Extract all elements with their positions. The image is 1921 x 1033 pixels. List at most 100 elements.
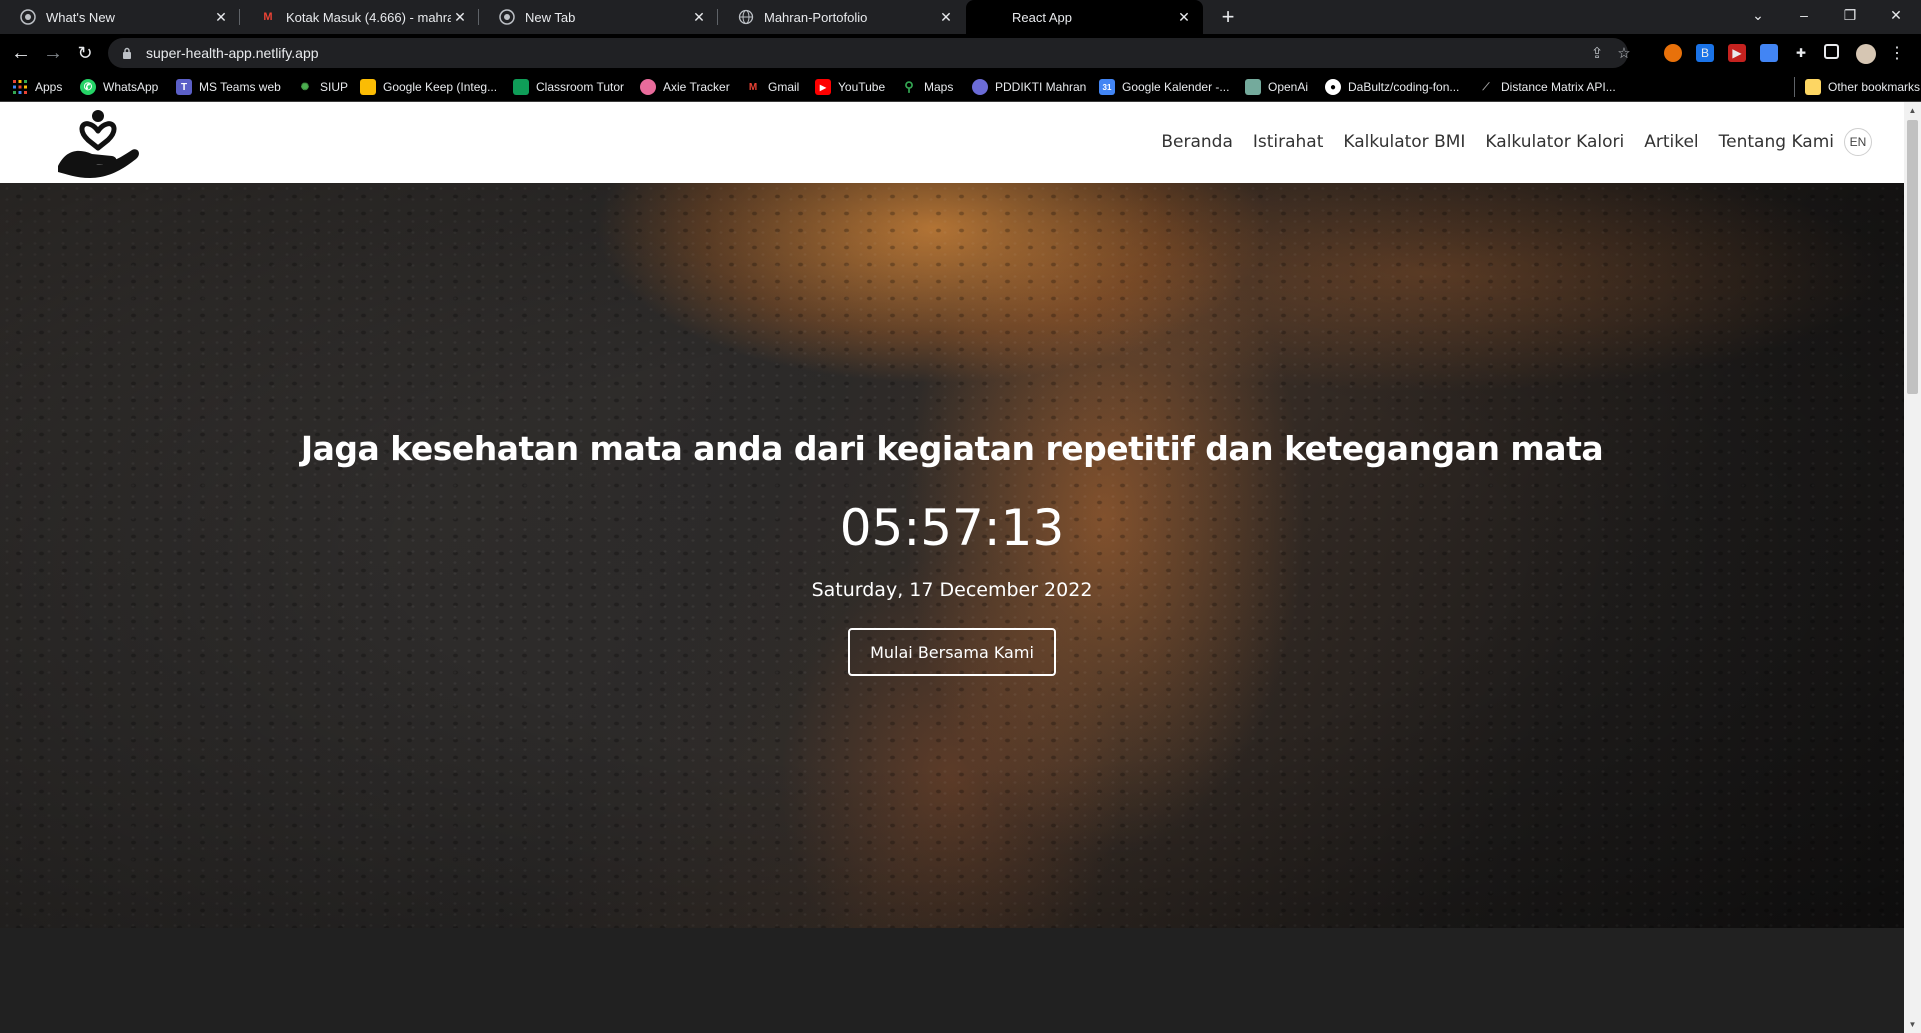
current-date: Saturday, 17 December 2022 bbox=[811, 579, 1093, 601]
bookmark-label: Gmail bbox=[768, 80, 800, 94]
lock-icon bbox=[122, 47, 134, 59]
tab-title: New Tab bbox=[525, 9, 576, 25]
tab-title: React App bbox=[1012, 9, 1072, 25]
bookmark-google-keep[interactable]: Google Keep (Integ... bbox=[360, 77, 497, 97]
extension-docs-icon[interactable] bbox=[1760, 44, 1778, 62]
scroll-thumb[interactable] bbox=[1907, 120, 1918, 394]
bookmark-openai[interactable]: OpenAi bbox=[1245, 77, 1308, 97]
calendar-icon: 31 bbox=[1099, 79, 1115, 95]
tab-gmail[interactable]: M Kotak Masuk (4.666) - mahran.raj ✕ bbox=[240, 0, 479, 34]
bookmark-label: MS Teams web bbox=[199, 80, 281, 94]
tab-search-icon[interactable]: ⌄ bbox=[1735, 0, 1781, 30]
reload-button[interactable]: ↻ bbox=[72, 40, 98, 66]
bookmark-label: DaBultz/coding-fon... bbox=[1348, 80, 1460, 94]
nav-kalkulator-bmi[interactable]: Kalkulator BMI bbox=[1343, 132, 1465, 152]
other-bookmarks[interactable]: Other bookmarks bbox=[1794, 77, 1920, 97]
tab-portfolio[interactable]: Mahran-Portofolio ✕ bbox=[718, 0, 965, 34]
site-header: Beranda Istirahat Kalkulator BMI Kalkula… bbox=[0, 102, 1904, 183]
share-icon[interactable]: ⇪ bbox=[1588, 44, 1606, 62]
close-tab-icon[interactable]: ✕ bbox=[690, 8, 708, 26]
extensions-puzzle-icon[interactable]: ✚ bbox=[1792, 44, 1810, 62]
bookmark-github[interactable]: ● DaBultz/coding-fon... bbox=[1325, 77, 1459, 97]
github-icon: ● bbox=[1325, 79, 1341, 95]
nav-beranda[interactable]: Beranda bbox=[1161, 132, 1233, 152]
menu-kebab-icon[interactable]: ⋮ bbox=[1888, 44, 1906, 62]
language-toggle[interactable]: EN bbox=[1844, 128, 1872, 156]
hero-headline: Jaga kesehatan mata anda dari kegiatan r… bbox=[300, 429, 1604, 468]
classroom-icon bbox=[513, 79, 529, 95]
gmail-icon: M bbox=[263, 11, 273, 23]
other-bookmarks-label: Other bookmarks bbox=[1828, 80, 1921, 94]
bookmark-ms-teams[interactable]: T MS Teams web bbox=[176, 77, 281, 97]
bookmark-gmail[interactable]: M Gmail bbox=[745, 77, 800, 97]
restore-button[interactable]: ❐ bbox=[1827, 0, 1873, 30]
bookmark-axie-tracker[interactable]: Axie Tracker bbox=[640, 77, 730, 97]
close-tab-icon[interactable]: ✕ bbox=[937, 8, 955, 26]
extension-bitwarden-icon[interactable]: B bbox=[1696, 44, 1714, 62]
extension-video-icon[interactable]: ▶ bbox=[1728, 44, 1746, 62]
bookmark-classroom-tutor[interactable]: Classroom Tutor bbox=[513, 77, 624, 97]
close-window-button[interactable]: ✕ bbox=[1873, 0, 1919, 30]
chrome-icon bbox=[499, 9, 515, 25]
maps-icon: ⚲ bbox=[904, 79, 914, 94]
openai-icon bbox=[1245, 79, 1261, 95]
distance-matrix-icon: ⟋ bbox=[1482, 81, 1490, 93]
gmail-icon: M bbox=[748, 81, 758, 93]
bookmark-apps[interactable]: Apps bbox=[12, 77, 62, 97]
bookmark-label: Google Kalender -... bbox=[1122, 80, 1230, 94]
bookmark-youtube[interactable]: ▶ YouTube bbox=[815, 77, 885, 97]
scroll-up-arrow[interactable]: ▲ bbox=[1904, 102, 1921, 119]
side-panel-icon[interactable] bbox=[1824, 44, 1839, 59]
bookmarks-bar: Apps ✆ WhatsApp T MS Teams web ✺ SIUP Go… bbox=[0, 72, 1921, 102]
close-tab-icon[interactable]: ✕ bbox=[212, 8, 230, 26]
close-tab-icon[interactable]: ✕ bbox=[451, 8, 469, 26]
nav-tentang-kami[interactable]: Tentang Kami bbox=[1719, 132, 1834, 152]
bookmark-label: WhatsApp bbox=[103, 80, 159, 94]
live-clock: 05:57:13 bbox=[839, 499, 1065, 557]
tab-react-app[interactable]: React App ✕ bbox=[966, 0, 1203, 34]
nav-artikel[interactable]: Artikel bbox=[1644, 132, 1698, 152]
tab-new-tab[interactable]: New Tab ✕ bbox=[479, 0, 718, 34]
bookmark-siup[interactable]: ✺ SIUP bbox=[297, 77, 348, 97]
bookmark-label: Distance Matrix API... bbox=[1501, 80, 1616, 94]
minimize-button[interactable]: – bbox=[1781, 0, 1827, 30]
pddikti-icon bbox=[972, 79, 988, 95]
teams-icon: T bbox=[176, 79, 192, 95]
next-section bbox=[0, 928, 1904, 1033]
extension-fox-icon[interactable] bbox=[1664, 44, 1682, 62]
siup-icon: ✺ bbox=[300, 81, 310, 93]
bookmark-distance-matrix[interactable]: ⟋ Distance Matrix API... bbox=[1478, 77, 1616, 97]
whatsapp-icon: ✆ bbox=[80, 79, 96, 95]
close-tab-icon[interactable]: ✕ bbox=[1175, 8, 1193, 26]
site-logo[interactable] bbox=[56, 104, 140, 180]
bookmark-label: SIUP bbox=[320, 80, 349, 94]
bookmark-google-calendar[interactable]: 31 Google Kalender -... bbox=[1099, 77, 1229, 97]
scroll-down-arrow[interactable]: ▼ bbox=[1904, 1016, 1921, 1033]
nav-istirahat[interactable]: Istirahat bbox=[1253, 132, 1324, 152]
bookmark-pddikti[interactable]: PDDIKTI Mahran bbox=[972, 77, 1086, 97]
tab-title: Mahran-Portofolio bbox=[764, 9, 868, 25]
folder-icon bbox=[1805, 79, 1821, 95]
tab-title: Kotak Masuk (4.666) - mahran.raj bbox=[286, 9, 451, 25]
keep-icon bbox=[360, 79, 376, 95]
nav-kalkulator-kalori[interactable]: Kalkulator Kalori bbox=[1485, 132, 1624, 152]
bookmark-maps[interactable]: ⚲ Maps bbox=[901, 77, 953, 97]
chrome-icon bbox=[20, 9, 36, 25]
new-tab-button[interactable]: + bbox=[1215, 4, 1241, 30]
page-scrollbar[interactable]: ▲ ▼ bbox=[1904, 102, 1921, 1033]
start-with-us-button[interactable]: Mulai Bersama Kami bbox=[848, 628, 1056, 676]
forward-button[interactable]: → bbox=[40, 40, 66, 66]
address-bar[interactable]: super-health-app.netlify.app ⇪ ☆ bbox=[108, 38, 1631, 68]
bookmark-whatsapp[interactable]: ✆ WhatsApp bbox=[80, 77, 158, 97]
tab-title: What's New bbox=[46, 9, 115, 25]
bookmark-label: Axie Tracker bbox=[663, 80, 730, 94]
axie-icon bbox=[640, 79, 656, 95]
tab-whats-new[interactable]: What's New ✕ bbox=[0, 0, 240, 34]
back-button[interactable]: ← bbox=[8, 40, 34, 66]
bookmark-label: OpenAi bbox=[1268, 80, 1309, 94]
bookmark-label: Classroom Tutor bbox=[536, 80, 625, 94]
profile-avatar[interactable] bbox=[1856, 44, 1876, 64]
bookmark-label: Google Keep (Integ... bbox=[383, 80, 498, 94]
bookmark-star-icon[interactable]: ☆ bbox=[1615, 44, 1633, 62]
apps-grid-icon bbox=[12, 79, 28, 95]
